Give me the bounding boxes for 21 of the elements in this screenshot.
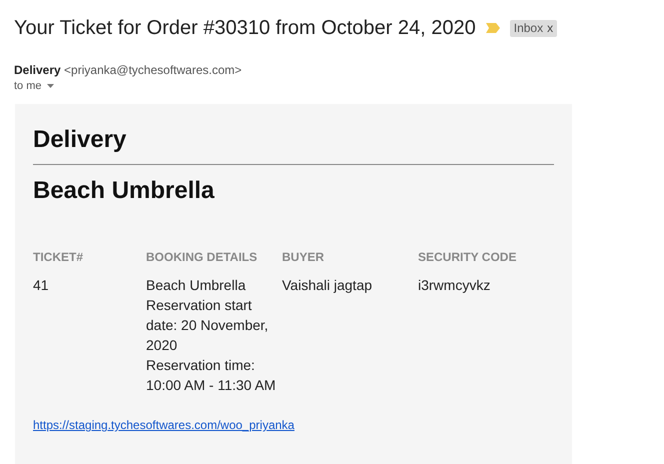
dropdown-caret-icon[interactable]: [46, 84, 54, 88]
product-heading: Beach Umbrella: [33, 176, 216, 206]
site-link[interactable]: https://staging.tychesoftwares.com/woo_priyanka: [33, 416, 294, 434]
column-header: BOOKING DETAILS: [146, 249, 258, 266]
booking-detail-line: Beach Umbrella: [146, 276, 247, 295]
ticket-number: 41: [33, 277, 49, 293]
column-header: TICKET#: [33, 249, 84, 266]
security-code: i3rwmcyvkz: [418, 277, 490, 293]
booking-detail-line: Reservation start date: 20 November, 2020: [146, 296, 270, 355]
column-header: BUYER: [282, 249, 326, 266]
email-heading: Delivery: [33, 125, 128, 155]
column-header: SECURITY CODE: [418, 249, 518, 266]
importance-marker-icon: [486, 23, 500, 33]
email-subject: Your Ticket for Order #30310 from October 24, 2020: [14, 16, 476, 41]
booking-detail-line: Reservation time: 10:00 AM - 11:30 AM: [146, 356, 277, 395]
recipient-text: to me: [14, 79, 42, 94]
label-text: Inbox: [514, 20, 544, 36]
sender-email: <priyanka@tychesoftwares.com>: [64, 63, 242, 77]
remove-label-button[interactable]: x: [547, 20, 554, 36]
buyer-name: Vaishali jagtap: [282, 277, 372, 293]
sender-name: Delivery: [14, 63, 61, 77]
